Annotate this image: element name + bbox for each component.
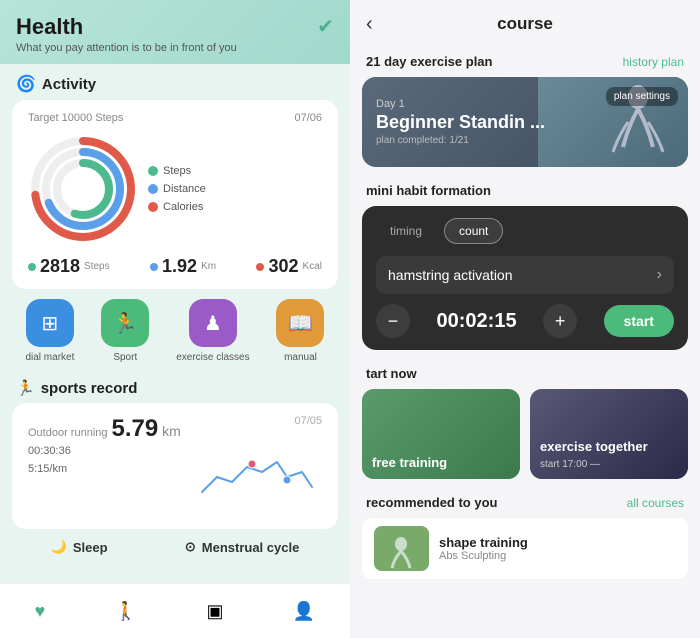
activity-card: Target 10000 Steps 07/06 Steps [12, 100, 338, 289]
sports-card[interactable]: Outdoor running 5.79 km 00:30:36 5:15/km… [12, 403, 338, 529]
habit-tabs: timing count [376, 218, 674, 244]
sports-label: sports record [41, 380, 138, 397]
health-check-icon: ✔ [317, 14, 334, 39]
habit-card: timing count hamstring activation › − 00… [362, 206, 688, 350]
nav-profile[interactable]: 👤 [293, 601, 315, 622]
qa-manual[interactable]: 📖 manual [276, 299, 324, 363]
increment-button[interactable]: + [543, 304, 577, 338]
sports-details: 00:30:36 5:15/km [28, 443, 181, 478]
exercise-together-card[interactable]: exercise together start 17:00 — [530, 389, 688, 479]
back-button[interactable]: ‹ [366, 13, 373, 36]
rec-item[interactable]: shape training Abs Sculpting [362, 518, 688, 579]
activity-date: 07/06 [294, 112, 322, 124]
right-header: ‹ course [350, 0, 700, 48]
plan-name: Beginner Standin ... [376, 112, 545, 133]
start-button[interactable]: start [604, 305, 674, 337]
start-cards: free training exercise together start 17… [350, 389, 700, 493]
health-nav-icon: ♥ [35, 601, 46, 622]
profile-nav-icon: 👤 [293, 601, 315, 622]
sports-type: Outdoor running [28, 427, 108, 439]
habit-timer: 00:02:15 [437, 310, 517, 333]
habit-controls: − 00:02:15 + start [376, 304, 674, 338]
sleep-icon: 🌙 [51, 539, 67, 555]
free-training-card[interactable]: free training [362, 389, 520, 479]
nav-health[interactable]: ♥ [35, 601, 46, 622]
start-time-label: start 17:00 — [540, 459, 600, 470]
sports-section-label: 🏃 sports record [0, 373, 350, 403]
activity-stats: 2818 Steps 1.92 Km 302 Kcal [28, 256, 322, 277]
plan-settings-button[interactable]: plan settings [606, 87, 678, 106]
plan-card-content: Day 1 Beginner Standin ... plan complete… [376, 77, 545, 167]
right-panel: ‹ course 21 day exercise plan history pl… [350, 0, 700, 638]
chevron-right-icon: › [657, 266, 662, 284]
sports-map-svg [192, 437, 322, 517]
sleep-section[interactable]: 🌙 Sleep [51, 539, 108, 555]
activity-target: Target 10000 Steps [28, 112, 123, 124]
sports-date: 07/05 [294, 415, 322, 427]
app-title: Health [16, 14, 237, 40]
tab-count[interactable]: count [444, 218, 503, 244]
exercise-together-label: exercise together start 17:00 — [530, 431, 688, 479]
rec-name: shape training [439, 535, 528, 550]
start-section-label: tart now [350, 364, 700, 389]
sports-distance: 5.79 km [112, 415, 181, 443]
activity-icon: 🌀 [16, 74, 36, 94]
sports-icon: 🏃 [16, 379, 35, 397]
rec-info: shape training Abs Sculpting [439, 535, 528, 562]
qa-dial-market[interactable]: ⊞ dial market [25, 299, 74, 363]
habit-exercise-row[interactable]: hamstring activation › [376, 256, 674, 294]
plan-progress: plan completed: 1/21 [376, 135, 545, 146]
bottom-nav: ♥ 🚶 ▣ 👤 [0, 583, 350, 638]
tab-timing[interactable]: timing [376, 218, 436, 244]
activity-label: Activity [42, 76, 96, 93]
plan-day: Day 1 [376, 98, 545, 110]
ring-legend: Steps Distance Calories [148, 165, 206, 213]
plan-header: 21 day exercise plan history plan [350, 48, 700, 77]
habit-section-label: mini habit formation [350, 181, 700, 206]
rec-header: recommended to you all courses [350, 493, 700, 518]
app-subtitle: What you pay attention is to be in front… [16, 42, 237, 54]
menstrual-section[interactable]: ⊙ Menstrual cycle [185, 539, 299, 555]
rec-thumbnail [374, 526, 429, 571]
nav-grid[interactable]: ▣ [207, 601, 224, 622]
history-plan-link[interactable]: history plan [623, 55, 684, 69]
quick-actions: ⊞ dial market 🏃 Sport ♟ exercise classes… [12, 299, 338, 363]
bottom-sections: 🌙 Sleep ⊙ Menstrual cycle [12, 539, 338, 555]
ring-chart [28, 134, 138, 244]
rec-title: recommended to you [366, 495, 497, 510]
activity-nav-icon: 🚶 [115, 601, 137, 622]
grid-nav-icon: ▣ [207, 601, 224, 622]
left-header: Health What you pay attention is to be i… [0, 0, 350, 64]
plan-card[interactable]: Day 1 Beginner Standin ... plan complete… [362, 77, 688, 167]
free-training-label: free training [362, 447, 520, 479]
all-courses-link[interactable]: all courses [627, 496, 684, 510]
decrement-button[interactable]: − [376, 304, 410, 338]
qa-sport[interactable]: 🏃 Sport [101, 299, 149, 363]
rec-sub: Abs Sculpting [439, 550, 528, 562]
menstrual-icon: ⊙ [185, 539, 196, 555]
activity-section: 🌀 Activity [0, 64, 350, 100]
nav-activity[interactable]: 🚶 [115, 601, 137, 622]
left-panel: Health What you pay attention is to be i… [0, 0, 350, 638]
page-title: course [497, 14, 553, 34]
plan-title: 21 day exercise plan [366, 54, 492, 69]
qa-exercise-classes[interactable]: ♟ exercise classes [176, 299, 249, 363]
exercise-name: hamstring activation [388, 267, 513, 283]
